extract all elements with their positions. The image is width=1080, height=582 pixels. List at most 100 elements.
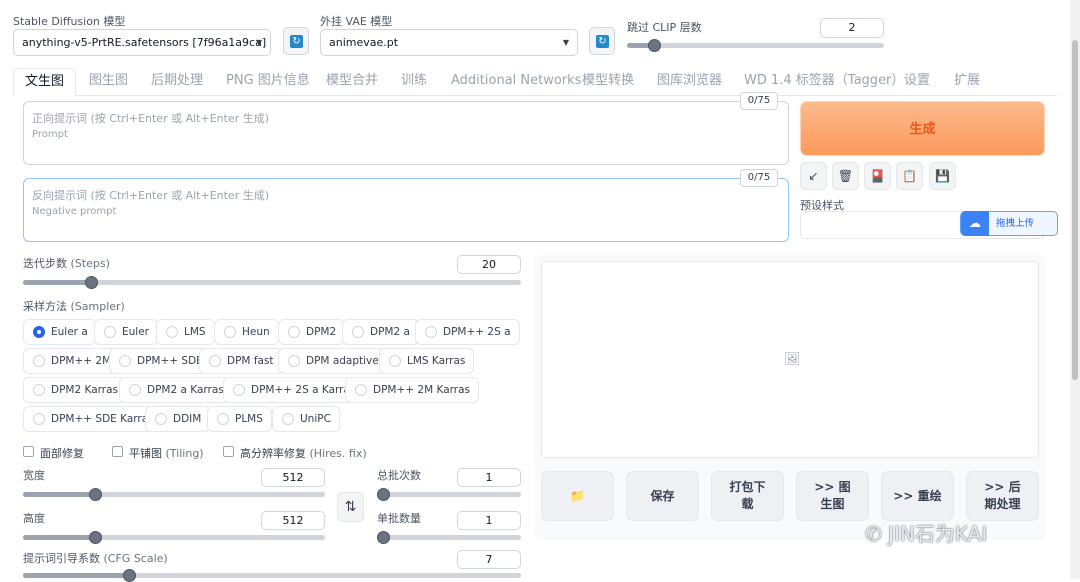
slider-handle[interactable] — [85, 276, 98, 289]
send-to-inpaint-button[interactable]: >> 重绘 — [881, 471, 954, 521]
chevron-down-icon: ▼ — [255, 38, 262, 47]
batch-count-slider[interactable] — [377, 488, 521, 501]
steps-number[interactable]: 20 — [457, 255, 521, 274]
scrollbar[interactable] — [1070, 0, 1080, 579]
trash-icon: 🗑 — [837, 169, 854, 183]
width-label: 宽度 — [23, 469, 45, 482]
sampler-option[interactable]: DPM2 — [278, 319, 346, 345]
steps-label: 迭代步数 (Steps) — [23, 257, 110, 270]
sampler-option[interactable]: DPM++ SDE — [109, 348, 212, 374]
batch-count-number[interactable]: 1 — [457, 468, 521, 487]
sampler-option[interactable]: DPM adaptive — [278, 348, 388, 374]
sampler-option[interactable]: DPM2 a — [342, 319, 419, 345]
tab-txt2img[interactable]: 文生图 — [13, 68, 77, 96]
sampler-option[interactable]: DPM fast — [199, 348, 283, 374]
prompt-textarea[interactable]: 正向提示词 (按 Ctrl+Enter 或 Alt+Enter 生成) Prom… — [23, 101, 789, 165]
sampler-option[interactable]: DPM++ SDE Karras — [23, 406, 163, 432]
face-restore-checkbox[interactable]: 面部修复 — [23, 445, 84, 461]
tab-settings[interactable]: 设置 — [904, 68, 930, 94]
refresh-icon: ↻ — [596, 35, 609, 48]
sampler-option[interactable]: Heun — [214, 319, 279, 345]
sampler-option[interactable]: DPM++ 2S a Karras — [223, 377, 365, 403]
refresh-sd-model-button[interactable]: ↻ — [283, 27, 309, 55]
sampler-option[interactable]: DPM++ 2M — [23, 348, 121, 374]
vae-select[interactable]: animevae.pt ▼ — [320, 29, 578, 56]
read-params-button[interactable]: ↙ — [800, 162, 827, 190]
sampler-option[interactable]: LMS — [156, 319, 215, 345]
negative-placeholder: 反向提示词 (按 Ctrl+Enter 或 Alt+Enter 生成) — [32, 189, 270, 202]
cfg-label: 提示词引导系数 (CFG Scale) — [23, 552, 168, 565]
sampler-option[interactable]: DPM2 a Karras — [119, 377, 233, 403]
tab-png-info[interactable]: PNG 图片信息 — [226, 68, 310, 94]
apply-style-button[interactable]: 📋 — [896, 162, 923, 190]
vae-label: 外挂 VAE 模型 — [320, 15, 393, 28]
steps-slider[interactable] — [23, 276, 521, 289]
sampler-option[interactable]: LMS Karras — [379, 348, 475, 374]
tab-train[interactable]: 训练 — [401, 68, 427, 94]
tab-model-convert[interactable]: 模型转换 — [582, 68, 634, 94]
tab-extras[interactable]: 后期处理 — [151, 68, 203, 94]
send-to-extras-button[interactable]: >> 后期处理 — [966, 471, 1039, 521]
height-slider[interactable] — [23, 531, 325, 544]
save-style-button[interactable]: 💾 — [929, 162, 956, 190]
prompt-token-counter: 0/75 — [740, 92, 778, 110]
save-icon: 💾 — [935, 169, 950, 183]
card-icon: 🎴 — [870, 169, 885, 183]
chevron-down-icon: ▼ — [562, 38, 569, 47]
tab-tagger[interactable]: WD 1.4 标签器（Tagger） — [744, 68, 904, 94]
hires-fix-checkbox[interactable]: 高分辨率修复 (Hires. fix) — [223, 445, 367, 461]
sampler-option[interactable]: DPM++ 2M Karras — [345, 377, 479, 403]
drag-upload-label: 拖拽上传 — [996, 218, 1035, 229]
tab-merge[interactable]: 模型合并 — [326, 68, 378, 94]
generate-button[interactable]: 生成 — [800, 101, 1045, 156]
sd-model-select[interactable]: anything-v5-PrtRE.safetensors [7f96a1a9c… — [13, 29, 271, 56]
prompt-placeholder-en: Prompt — [32, 129, 68, 140]
batch-size-slider[interactable] — [377, 531, 521, 544]
height-number[interactable]: 512 — [261, 511, 325, 530]
cfg-number[interactable]: 7 — [457, 550, 521, 569]
sampler-option[interactable]: DPM2 Karras — [23, 377, 127, 403]
sampler-option[interactable]: UniPC — [272, 406, 340, 432]
clear-prompt-button[interactable]: 🗑 — [832, 162, 859, 190]
slider-handle[interactable] — [377, 488, 390, 501]
sampler-option[interactable]: Euler a — [23, 319, 97, 345]
scrollbar-thumb[interactable] — [1072, 40, 1078, 380]
open-folder-button[interactable]: 📁 — [541, 471, 614, 521]
slider-handle[interactable] — [648, 39, 661, 52]
clip-skip-label: 跳过 CLIP 层数 — [627, 21, 702, 34]
wechat-icon: ✆ — [865, 522, 882, 546]
slider-handle[interactable] — [123, 569, 136, 582]
send-to-img2img-button[interactable]: >> 图生图 — [796, 471, 869, 521]
tiling-checkbox[interactable]: 平铺图 (Tiling) — [112, 445, 204, 461]
tab-gallery[interactable]: 图库浏览器 — [657, 68, 722, 94]
clipboard-icon: 📋 — [902, 169, 917, 183]
width-slider[interactable] — [23, 488, 325, 501]
slider-handle[interactable] — [89, 488, 102, 501]
batch-size-number[interactable]: 1 — [457, 511, 521, 530]
tab-extensions[interactable]: 扩展 — [954, 68, 980, 94]
height-label: 高度 — [23, 512, 45, 525]
slider-handle[interactable] — [377, 531, 390, 544]
refresh-vae-button[interactable]: ↻ — [589, 27, 615, 55]
sampler-option[interactable]: Euler — [94, 319, 158, 345]
folder-icon: 📁 — [570, 488, 585, 503]
drag-upload-widget[interactable]: ☁ 拖拽上传 — [960, 211, 1058, 236]
slider-handle[interactable] — [89, 531, 102, 544]
clip-skip-slider[interactable] — [627, 39, 884, 52]
swap-dimensions-button[interactable]: ⇅ — [337, 492, 364, 522]
refresh-icon: ↻ — [290, 35, 303, 48]
negative-prompt-textarea[interactable]: 反向提示词 (按 Ctrl+Enter 或 Alt+Enter 生成) Nega… — [23, 178, 789, 242]
tab-img2img[interactable]: 图生图 — [89, 68, 128, 94]
sampler-option[interactable]: DPM++ 2S a — [415, 319, 520, 345]
zip-download-button[interactable]: 打包下载 — [711, 471, 784, 521]
sampler-option[interactable]: PLMS — [207, 406, 272, 432]
width-number[interactable]: 512 — [261, 468, 325, 487]
sampler-option[interactable]: DDIM — [145, 406, 211, 432]
tab-additional-networks[interactable]: Additional Networks — [451, 68, 581, 94]
clip-skip-number[interactable]: 2 — [820, 18, 884, 38]
save-button[interactable]: 保存 — [626, 471, 699, 521]
prompt-placeholder: 正向提示词 (按 Ctrl+Enter 或 Alt+Enter 生成) — [32, 112, 270, 125]
show-extra-networks-button[interactable]: 🎴 — [864, 162, 891, 190]
cfg-slider[interactable] — [23, 569, 521, 582]
watermark: ✆ JIN石为KAI — [865, 522, 988, 546]
